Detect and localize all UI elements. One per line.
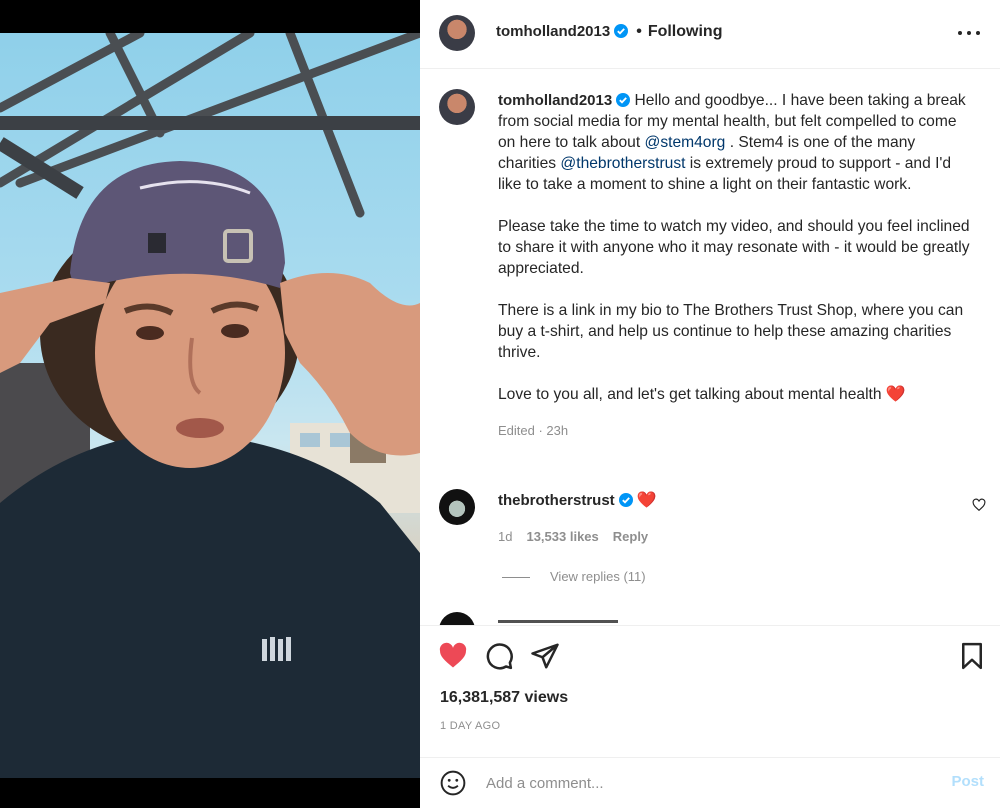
post-comment-button[interactable]: Post: [951, 773, 984, 790]
caption-paragraph: Please take the time to watch my video, …: [498, 218, 970, 277]
mention-thebrotherstrust[interactable]: @thebrotherstrust: [560, 155, 685, 172]
comment-like-heart-icon[interactable]: [972, 498, 986, 512]
caption-paragraph: There is a link in my bio to The Brother…: [498, 302, 964, 361]
caption-author-username[interactable]: tomholland2013: [498, 92, 612, 109]
comment-icon[interactable]: [484, 641, 514, 671]
caption-author-avatar[interactable]: [439, 89, 475, 125]
view-replies-label: View replies (11): [550, 569, 646, 584]
view-count[interactable]: 16,381,587 views: [440, 689, 568, 707]
separator-dot: •: [636, 23, 642, 40]
verified-badge-icon: [614, 24, 629, 38]
post-details-panel: tomholland2013 • Following tomholland2013 …: [420, 0, 1000, 808]
verified-badge-icon: [618, 493, 633, 507]
replies-divider: [502, 577, 530, 579]
bookmark-icon[interactable]: [957, 641, 987, 671]
comment-input[interactable]: [486, 768, 916, 798]
commenter-avatar[interactable]: [439, 489, 475, 525]
comment-reply-button[interactable]: Reply: [613, 529, 648, 544]
post-caption: tomholland2013 Hello and goodbye... I ha…: [498, 90, 976, 441]
commenter-username[interactable]: thebrotherstrust: [498, 492, 615, 509]
comment-meta: 1d 13,533 likes Reply: [498, 529, 648, 544]
next-commenter-avatar[interactable]: [439, 612, 475, 625]
caption-paragraph: Love to you all, and let's get talking a…: [498, 386, 886, 403]
comment: thebrotherstrust ❤️: [498, 490, 976, 510]
comment-age: 1d: [498, 529, 513, 544]
header-user: tomholland2013 • Following: [496, 23, 722, 41]
post-date: 1 DAY AGO: [440, 720, 501, 732]
caption-edited-time: Edited · 23h: [498, 423, 569, 438]
author-username[interactable]: tomholland2013: [496, 23, 610, 40]
share-icon[interactable]: [530, 641, 560, 671]
comment-text: ❤️: [636, 492, 657, 509]
heart-emoji: ❤️: [885, 386, 906, 403]
media-pane: [0, 0, 420, 808]
comments-area[interactable]: tomholland2013 Hello and goodbye... I ha…: [420, 70, 1000, 625]
author-avatar[interactable]: [439, 15, 475, 51]
verified-badge-icon: [616, 93, 631, 107]
video-frame-illustration: [0, 33, 420, 778]
post-header: tomholland2013 • Following: [420, 0, 1000, 69]
next-comment-partial: [498, 613, 658, 623]
heart-icon[interactable]: [438, 641, 468, 671]
comment-likes[interactable]: 13,533 likes: [526, 529, 598, 544]
add-comment-bar: Post: [420, 757, 1000, 808]
mention-stem4org[interactable]: @stem4org: [645, 134, 726, 151]
view-replies-button[interactable]: View replies (11): [502, 569, 646, 584]
more-options-icon[interactable]: [958, 22, 980, 44]
post-video[interactable]: [0, 33, 420, 778]
instagram-post-modal: tomholland2013 • Following tomholland2013 …: [0, 0, 1000, 808]
post-actions: 16,381,587 views 1 DAY AGO: [420, 625, 1000, 755]
following-button[interactable]: Following: [648, 23, 723, 40]
emoji-icon[interactable]: [440, 770, 466, 796]
